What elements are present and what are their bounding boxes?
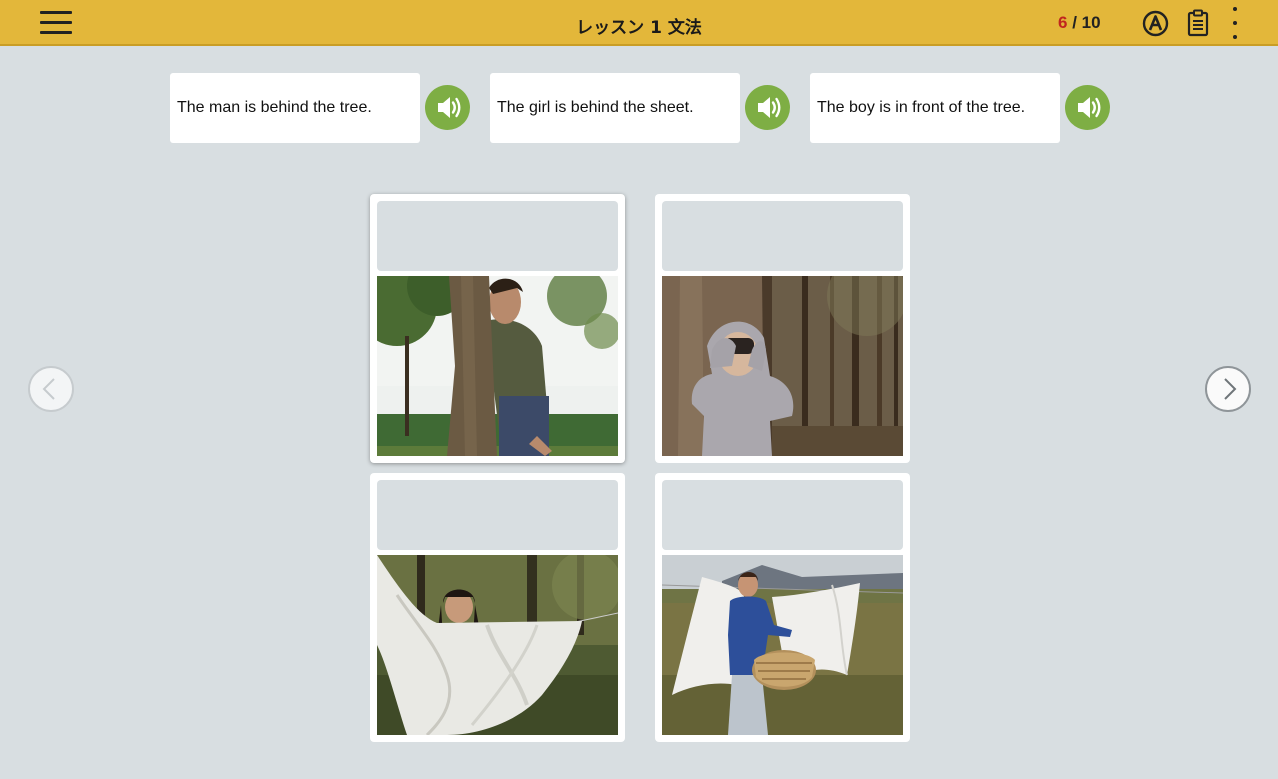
photo-girl-behind-sheet [377,555,618,735]
answer-drop-slot[interactable] [662,201,903,271]
picture-card[interactable] [370,194,625,463]
progress-counter: 6 / 10 [1058,13,1101,33]
chevron-right-icon[interactable] [1205,366,1251,412]
speaker-icon[interactable] [745,85,790,130]
top-bar: レッスン 1 文法 6 / 10 [0,0,1278,46]
chevron-left-icon[interactable] [28,366,74,412]
sentence-card-3[interactable]: The boy is in front of the tree. [810,73,1060,143]
clipboard-icon[interactable] [1186,9,1210,37]
picture-card[interactable] [370,473,625,742]
answer-drop-slot[interactable] [377,201,618,271]
progress-total: 10 [1081,13,1101,32]
sentence-card-1[interactable]: The man is behind the tree. [170,73,420,143]
answer-a-icon[interactable] [1142,10,1169,37]
picture-card[interactable] [655,473,910,742]
photo-man-behind-tree [377,276,618,456]
speaker-icon[interactable] [425,85,470,130]
answer-drop-slot[interactable] [662,480,903,550]
speaker-icon[interactable] [1065,85,1110,130]
sentence-card-2[interactable]: The girl is behind the sheet. [490,73,740,143]
picture-card[interactable] [655,194,910,463]
answer-drop-slot[interactable] [377,480,618,550]
photo-boy-in-front-of-tree [662,276,903,456]
more-vertical-icon[interactable] [1226,5,1244,41]
progress-separator: / [1067,13,1082,32]
photo-woman-hanging-sheet [662,555,903,735]
